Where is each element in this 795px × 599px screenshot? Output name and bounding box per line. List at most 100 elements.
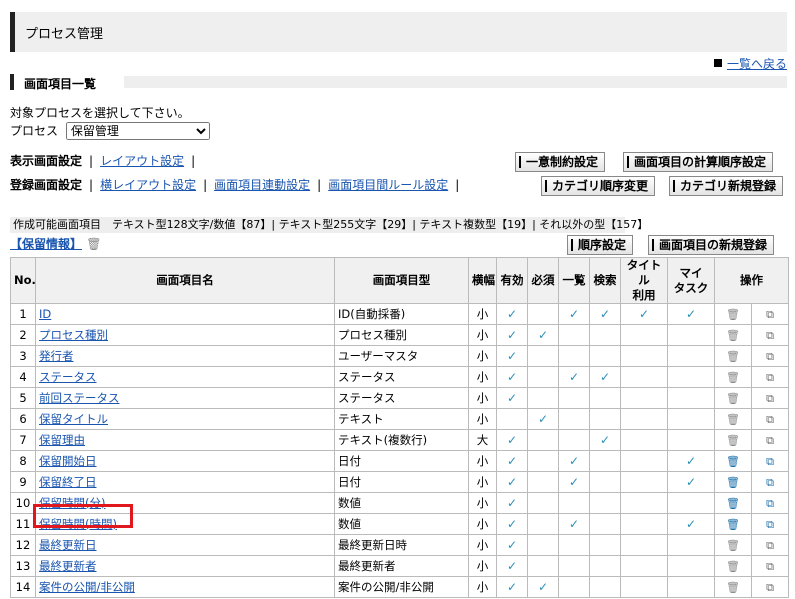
row-name: 保留時間(分) bbox=[35, 492, 335, 514]
row-type: 最終更新者 bbox=[334, 555, 469, 577]
row-my-task bbox=[667, 408, 715, 430]
item-name-link[interactable]: 発行者 bbox=[39, 349, 74, 363]
row-copy: ⧉ bbox=[751, 492, 789, 514]
back-to-list-link[interactable]: 一覧へ戻る bbox=[727, 57, 787, 71]
row-my-task bbox=[667, 492, 715, 514]
item-name-link[interactable]: 保留時間(時間) bbox=[39, 517, 117, 531]
row-required bbox=[527, 555, 559, 577]
check-icon: ✓ bbox=[685, 517, 697, 531]
order-settings-button[interactable]: 順序設定 bbox=[567, 235, 634, 255]
table-row: 8 保留開始日 日付小 ✓ ✓ ✓ 🗑 ⧉ bbox=[10, 450, 789, 472]
row-my-task bbox=[667, 534, 715, 556]
row-copy: ⧉ bbox=[751, 450, 789, 472]
row-search: ✓ bbox=[589, 429, 621, 451]
row-width: 小 bbox=[468, 366, 497, 388]
check-icon: ✓ bbox=[506, 517, 518, 531]
row-delete: 🗑 bbox=[714, 513, 752, 535]
row-delete: 🗑 bbox=[714, 555, 752, 577]
trash-icon[interactable]: 🗑 bbox=[86, 237, 101, 251]
row-my-task: ✓ bbox=[667, 450, 715, 472]
check-icon: ✓ bbox=[599, 370, 611, 384]
item-name-link[interactable]: 案件の公開/非公開 bbox=[39, 580, 135, 594]
calc-order-button[interactable]: 画面項目の計算順序設定 bbox=[623, 152, 774, 172]
row-valid: ✓ bbox=[496, 471, 528, 493]
item-name-link[interactable]: 保留開始日 bbox=[39, 454, 97, 468]
row-delete: 🗑 bbox=[714, 345, 752, 367]
item-name-link[interactable]: 保留理由 bbox=[39, 433, 85, 447]
copy-icon[interactable]: ⧉ bbox=[766, 497, 774, 510]
category-new-button[interactable]: カテゴリ新規登録 bbox=[669, 176, 784, 196]
row-name: 保留終了日 bbox=[35, 471, 335, 493]
display-settings-links: 表示画面設定 | レイアウト設定 | bbox=[10, 154, 196, 168]
check-icon: ✓ bbox=[506, 559, 518, 573]
row-my-task: ✓ bbox=[667, 303, 715, 325]
row-my-task bbox=[667, 429, 715, 451]
row-name: 保留理由 bbox=[35, 429, 335, 451]
row-copy: ⧉ bbox=[751, 366, 789, 388]
col-no: No. bbox=[10, 257, 36, 304]
item-name-link[interactable]: ID bbox=[39, 307, 51, 321]
row-search bbox=[589, 576, 621, 598]
item-name-link[interactable]: 保留タイトル bbox=[39, 412, 108, 426]
trash-icon: 🗑 bbox=[726, 413, 740, 426]
row-no: 2 bbox=[10, 324, 36, 346]
copy-icon[interactable]: ⧉ bbox=[766, 455, 774, 468]
table-header-row: No. 画面項目名 画面項目型 横幅 有効 必須 一覧 検索 タイトル 利用 マ… bbox=[10, 257, 789, 304]
row-type: テキスト bbox=[334, 408, 469, 430]
check-icon: ✓ bbox=[568, 517, 580, 531]
row-width: 小 bbox=[468, 450, 497, 472]
row-my-task bbox=[667, 366, 715, 388]
row-no: 10 bbox=[10, 492, 36, 514]
row-search bbox=[589, 513, 621, 535]
table-row: 9 保留終了日 日付小 ✓ ✓ ✓ 🗑 ⧉ bbox=[10, 471, 789, 493]
item-name-link[interactable]: 保留終了日 bbox=[39, 475, 97, 489]
row-required bbox=[527, 513, 559, 535]
layout-settings-link[interactable]: レイアウト設定 bbox=[100, 154, 184, 168]
row-search bbox=[589, 345, 621, 367]
copy-icon[interactable]: ⧉ bbox=[766, 476, 774, 489]
row-list: ✓ bbox=[558, 513, 590, 535]
row-search bbox=[589, 492, 621, 514]
row-type: 日付 bbox=[334, 471, 469, 493]
col-width: 横幅 bbox=[468, 257, 497, 304]
row-no: 1 bbox=[10, 303, 36, 325]
row-type: 数値 bbox=[334, 513, 469, 535]
row-required bbox=[527, 303, 559, 325]
horizontal-layout-link[interactable]: 横レイアウト設定 bbox=[100, 178, 196, 192]
row-copy: ⧉ bbox=[751, 324, 789, 346]
row-type: テキスト(複数行) bbox=[334, 429, 469, 451]
unique-constraint-button[interactable]: 一意制約設定 bbox=[515, 152, 606, 172]
item-name-link[interactable]: 保留時間(分) bbox=[39, 496, 105, 510]
item-name-link[interactable]: ステータス bbox=[39, 370, 97, 384]
process-select[interactable]: 保留管理 bbox=[65, 122, 210, 140]
item-name-link[interactable]: プロセス種別 bbox=[39, 328, 108, 342]
table-row: 14 案件の公開/非公開 案件の公開/非公開小 ✓ ✓ 🗑 ⧉ bbox=[10, 576, 789, 598]
trash-icon[interactable]: 🗑 bbox=[726, 455, 740, 468]
trash-icon[interactable]: 🗑 bbox=[726, 497, 740, 510]
item-name-link[interactable]: 最終更新日 bbox=[39, 538, 97, 552]
item-linkage-link[interactable]: 画面項目連動設定 bbox=[214, 178, 310, 192]
row-title-use bbox=[620, 534, 668, 556]
table-row: 10 保留時間(分) 数値小 ✓ 🗑 ⧉ bbox=[10, 492, 789, 514]
item-name-link[interactable]: 前回ステータス bbox=[39, 391, 120, 405]
col-search: 検索 bbox=[589, 257, 621, 304]
trash-icon: 🗑 bbox=[726, 560, 740, 573]
item-rule-link[interactable]: 画面項目間ルール設定 bbox=[328, 178, 448, 192]
trash-icon: 🗑 bbox=[726, 434, 740, 447]
row-title-use bbox=[620, 387, 668, 409]
row-width: 小 bbox=[468, 534, 497, 556]
row-valid: ✓ bbox=[496, 345, 528, 367]
new-item-button[interactable]: 画面項目の新規登録 bbox=[648, 235, 775, 255]
row-title-use bbox=[620, 450, 668, 472]
item-name-link[interactable]: 最終更新者 bbox=[39, 559, 97, 573]
row-copy: ⧉ bbox=[751, 345, 789, 367]
process-label: プロセス bbox=[10, 124, 59, 138]
category-order-button[interactable]: カテゴリ順序変更 bbox=[541, 176, 656, 196]
trash-icon[interactable]: 🗑 bbox=[726, 476, 740, 489]
check-icon: ✓ bbox=[506, 580, 518, 594]
row-width: 小 bbox=[468, 513, 497, 535]
row-copy: ⧉ bbox=[751, 576, 789, 598]
group-link[interactable]: 【保留情報】 bbox=[10, 237, 82, 251]
copy-icon[interactable]: ⧉ bbox=[766, 518, 774, 531]
trash-icon[interactable]: 🗑 bbox=[726, 518, 740, 531]
